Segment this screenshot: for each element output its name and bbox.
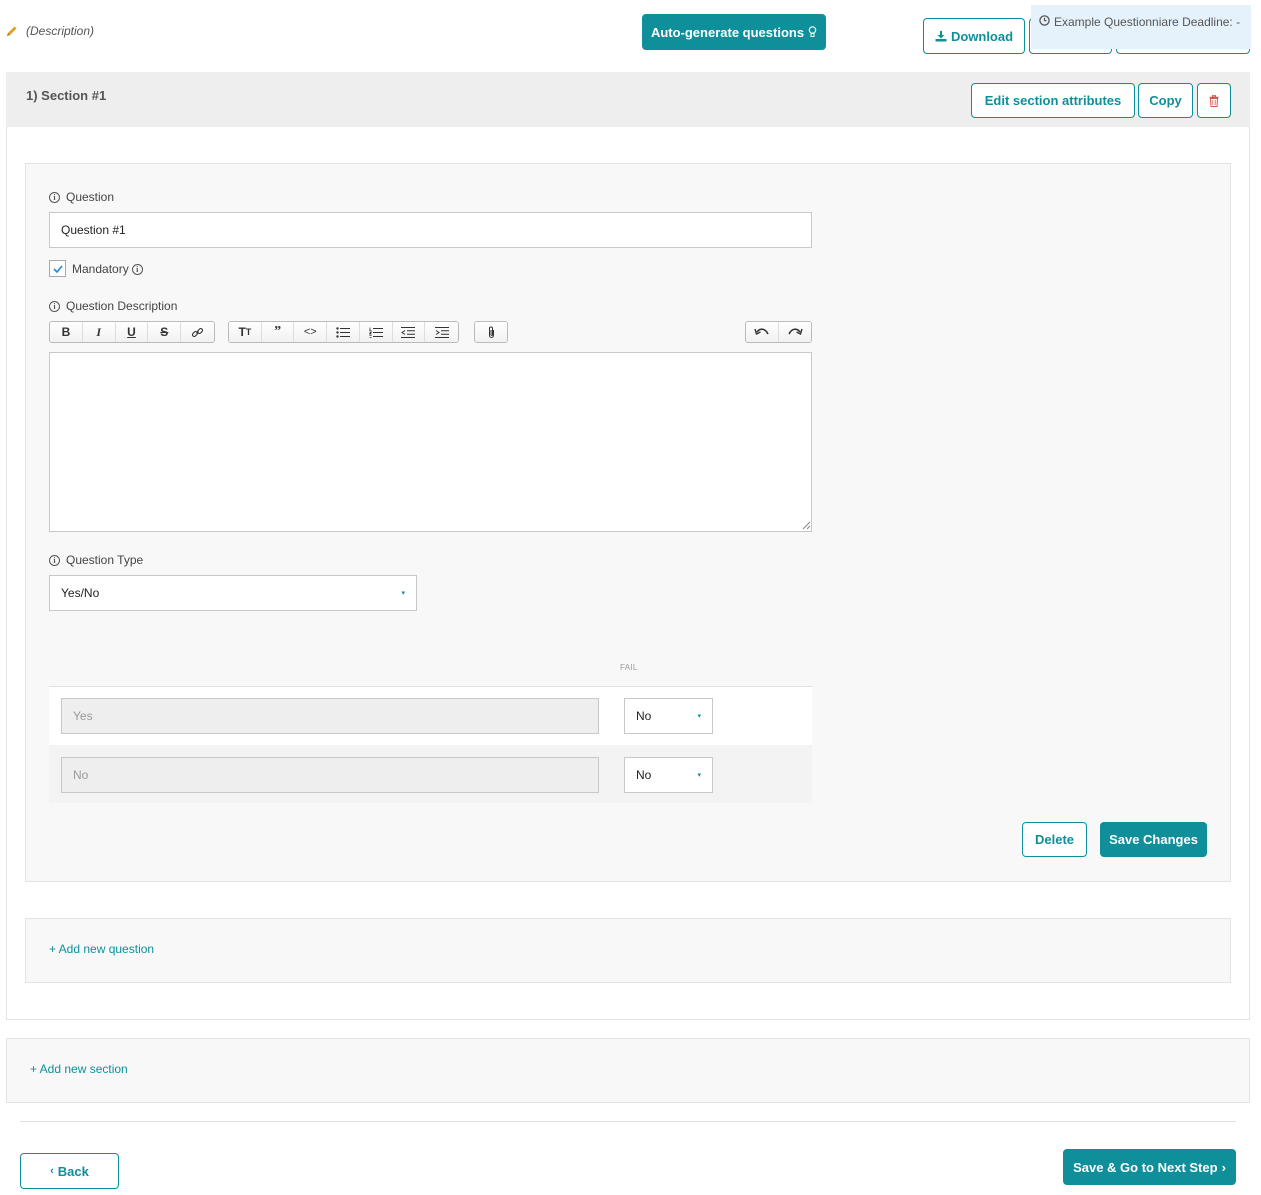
question-label-text: Question <box>66 190 115 204</box>
numbered-list-icon[interactable] <box>359 322 393 342</box>
fail-column-header: FAIL <box>620 663 638 672</box>
option-text-input[interactable]: No <box>61 757 599 793</box>
question-label: i Question <box>49 190 114 204</box>
deadline-tooltip: Example Questionniare Deadline: - <box>1031 5 1251 49</box>
edit-section-label: Edit section attributes <box>984 93 1122 108</box>
question-description-label: i Question Description <box>49 299 177 313</box>
auto-generate-label: Auto-generate questions <box>650 24 805 40</box>
question-description-label-text: Question Description <box>66 299 178 313</box>
lightbulb-icon <box>808 26 817 37</box>
add-new-question-link[interactable]: + Add new question <box>49 942 154 956</box>
indent-icon[interactable] <box>425 322 458 342</box>
section-title: 1) Section #1 <box>26 88 107 103</box>
copy-label: Copy <box>1149 93 1182 108</box>
code-icon[interactable]: <> <box>294 322 328 342</box>
footer-divider <box>20 1121 1236 1122</box>
mandatory-checkbox[interactable] <box>49 260 66 277</box>
mandatory-label-text: Mandatory <box>72 262 129 276</box>
delete-section-button[interactable] <box>1197 83 1231 118</box>
chevron-left-icon: ‹ <box>50 1165 54 1177</box>
quote-icon[interactable]: ” <box>261 322 295 342</box>
link-icon[interactable] <box>181 322 214 342</box>
info-icon[interactable]: i <box>49 191 60 203</box>
question-input[interactable] <box>49 212 812 248</box>
question-type-select[interactable]: Yes/No ▾ <box>49 575 417 611</box>
chevron-down-icon: ▾ <box>697 772 701 779</box>
bullet-list-icon[interactable] <box>327 322 360 342</box>
bold-icon[interactable]: B <box>50 322 83 342</box>
chevron-down-icon: ▾ <box>697 713 701 720</box>
back-button[interactable]: ‹ Back <box>20 1153 119 1189</box>
text-format-group: B I U S <box>49 321 215 343</box>
block-format-group: TT ” <> <box>228 321 459 343</box>
edit-section-attributes-button[interactable]: Edit section attributes <box>971 83 1135 118</box>
info-icon[interactable]: i <box>49 300 60 312</box>
history-group <box>745 321 812 343</box>
chevron-down-icon: ▾ <box>401 590 405 597</box>
save-next-label: Save & Go to Next Step <box>1073 1159 1218 1175</box>
option-fail-select[interactable]: No ▾ <box>624 757 713 793</box>
download-label: Download <box>950 28 1014 44</box>
heading-icon[interactable]: TT <box>229 322 262 342</box>
info-icon[interactable]: i <box>131 263 143 275</box>
add-new-section-link[interactable]: + Add new section <box>30 1062 128 1076</box>
chevron-right-icon: › <box>1221 1159 1226 1175</box>
question-type-label-text: Question Type <box>66 553 144 567</box>
add-question-container <box>25 918 1231 983</box>
resize-handle-icon[interactable] <box>801 520 811 530</box>
save-changes-label: Save Changes <box>1109 832 1198 847</box>
underline-icon[interactable]: U <box>115 322 149 342</box>
attach-group <box>474 321 508 343</box>
trash-icon <box>1209 94 1219 107</box>
checkmark-icon <box>52 264 63 273</box>
strikethrough-icon[interactable]: S <box>148 322 182 342</box>
rich-text-toolbar: B I U S TT ” <> <box>49 321 812 343</box>
save-next-step-button[interactable]: Save & Go to Next Step › <box>1063 1149 1236 1185</box>
description-edit[interactable]: (Description) <box>6 24 94 38</box>
save-changes-button[interactable]: Save Changes <box>1100 822 1207 857</box>
clock-icon <box>1039 15 1050 26</box>
download-icon <box>935 30 947 41</box>
add-section-container <box>6 1038 1250 1103</box>
back-label: Back <box>57 1163 89 1179</box>
auto-generate-questions-button[interactable]: Auto-generate questions <box>642 14 826 50</box>
deadline-text: Example Questionniare Deadline: - <box>1054 15 1241 29</box>
outdent-icon[interactable] <box>392 322 426 342</box>
option-row: No No ▾ <box>49 745 812 803</box>
mandatory-label: Mandatory i <box>72 262 143 276</box>
option-fail-value: No <box>636 709 652 723</box>
option-fail-value: No <box>636 768 652 782</box>
option-text-input[interactable]: Yes <box>61 698 599 734</box>
download-button[interactable]: Download <box>923 18 1025 54</box>
description-text: (Description) <box>26 24 95 38</box>
pencil-icon <box>7 26 17 36</box>
undo-icon[interactable] <box>746 322 779 342</box>
copy-section-button[interactable]: Copy <box>1138 83 1193 118</box>
question-type-label: i Question Type <box>49 553 143 567</box>
italic-icon[interactable]: I <box>82 322 116 342</box>
info-icon[interactable]: i <box>49 554 60 566</box>
redo-icon[interactable] <box>778 322 811 342</box>
question-description-editor[interactable] <box>49 352 812 532</box>
question-type-value: Yes/No <box>61 586 100 600</box>
paperclip-icon[interactable] <box>475 322 507 342</box>
option-row: Yes No ▾ <box>49 687 812 745</box>
delete-label: Delete <box>1034 832 1075 847</box>
delete-question-button[interactable]: Delete <box>1022 822 1087 857</box>
option-fail-select[interactable]: No ▾ <box>624 698 713 734</box>
